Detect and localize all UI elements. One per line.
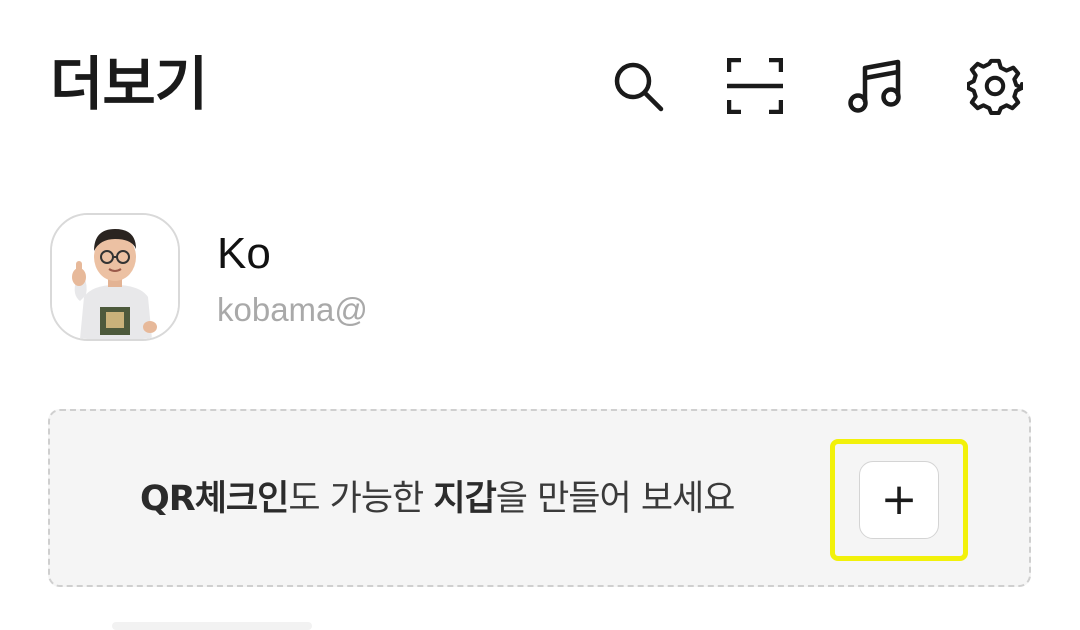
wallet-text-part-1: 도 가능한 [288, 479, 434, 519]
wallet-text-wallet: 지갑 [433, 479, 496, 519]
avatar-image [52, 215, 178, 339]
search-icon [614, 62, 664, 112]
avatar[interactable] [50, 213, 180, 341]
music-icon [848, 59, 901, 113]
profile-email: kobama@ [217, 291, 368, 328]
wallet-text-part-2: 을 만들어 보세요 [495, 479, 736, 519]
scan-icon [727, 58, 783, 114]
page-title: 더보기 [50, 50, 208, 118]
more-screen: 더보기 Ko kobama@ QR체크인도 가능한 지갑을 만들어 보세요 + [0, 0, 1080, 630]
settings-icon [967, 58, 1023, 115]
wallet-banner-text: QR체크인도 가능한 지갑을 만들어 보세요 [140, 474, 736, 524]
profile-name: Ko [217, 229, 271, 278]
next-section-edge [112, 622, 312, 630]
plus-icon: + [880, 474, 918, 525]
add-wallet-button[interactable]: + [859, 461, 939, 539]
scan-button[interactable] [727, 58, 783, 114]
wallet-text-qr-checkin: QR체크인 [140, 479, 289, 519]
music-button[interactable] [848, 58, 904, 114]
settings-button[interactable] [967, 58, 1023, 115]
search-button[interactable] [610, 58, 666, 114]
